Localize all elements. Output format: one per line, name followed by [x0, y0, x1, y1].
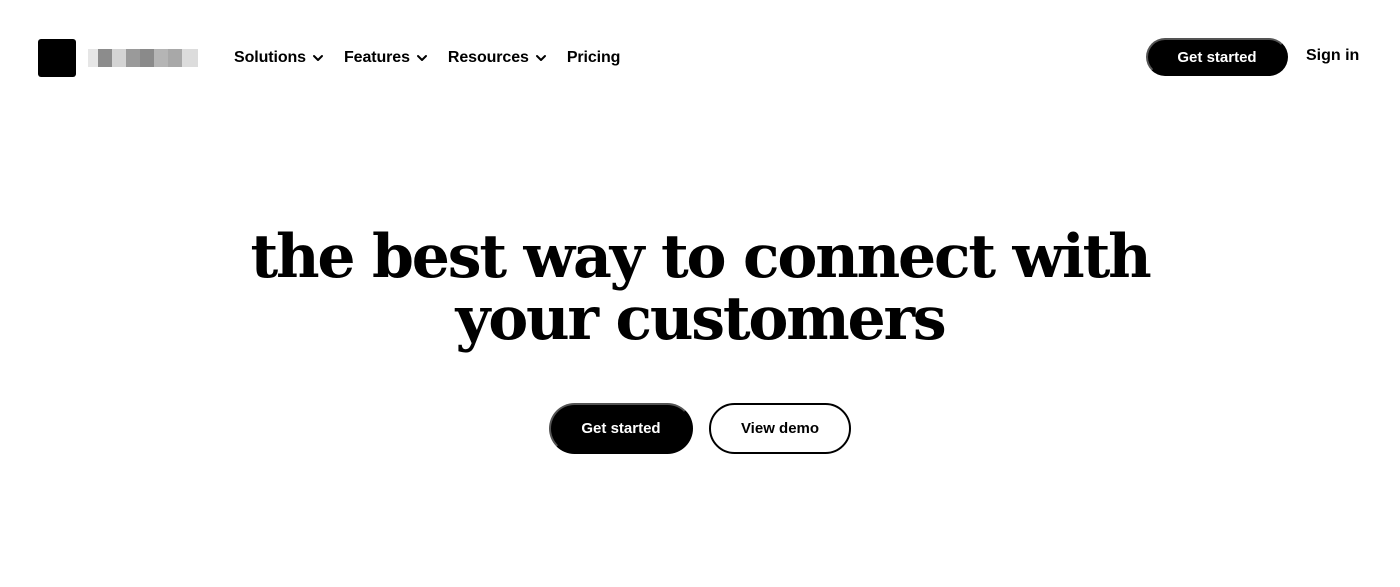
logo-wordmark-blurred[interactable] [88, 49, 212, 67]
nav-item-features[interactable]: Features [344, 49, 428, 67]
logo-icon[interactable] [38, 39, 76, 77]
hero-get-started-button[interactable]: Get started [549, 403, 693, 454]
view-demo-button[interactable]: View demo [709, 403, 851, 454]
nav-item-label: Resources [447, 49, 529, 66]
nav-item-label: Features [343, 49, 410, 66]
top-navigation: Solutions Features Resources Pricing Get… [0, 0, 1400, 116]
chevron-down-icon [312, 52, 324, 64]
nav-item-label: Pricing [566, 49, 621, 66]
chevron-down-icon [416, 52, 428, 64]
nav-links: Solutions Features Resources Pricing [234, 46, 640, 70]
nav-item-solutions[interactable]: Solutions [234, 49, 324, 67]
nav-item-label: Solutions [234, 49, 306, 66]
hero-title-line-1: the best way to connect with [250, 222, 1151, 292]
chevron-down-icon [535, 52, 547, 64]
nav-item-resources[interactable]: Resources [448, 49, 547, 67]
sign-in-link[interactable]: Sign in [1306, 47, 1359, 65]
hero-title-line-2: your customers [455, 284, 947, 354]
hero-title: the best way to connect with your custom… [0, 226, 1400, 350]
nav-get-started-button[interactable]: Get started [1146, 38, 1288, 76]
nav-item-pricing[interactable]: Pricing [567, 49, 621, 67]
